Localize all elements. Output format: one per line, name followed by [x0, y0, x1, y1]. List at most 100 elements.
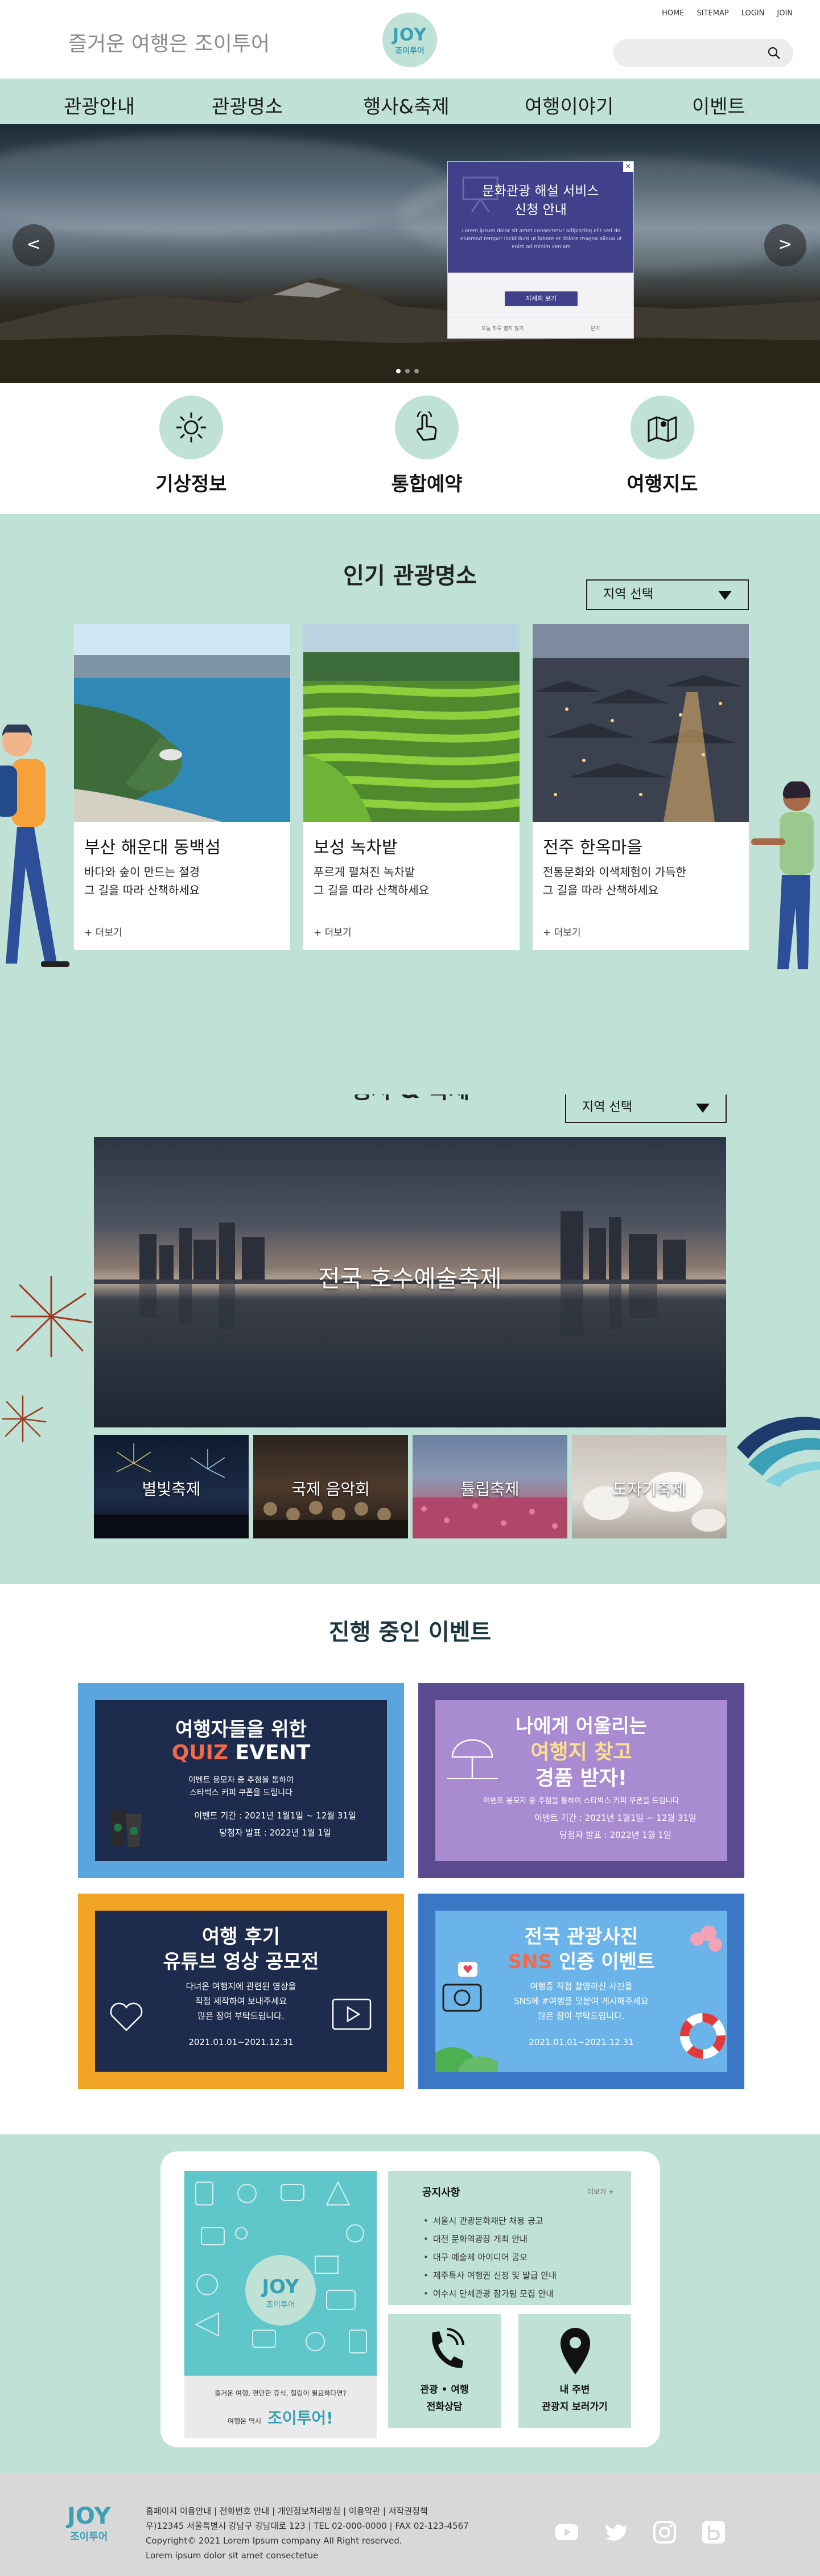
- event-title: QUIZ EVENT: [95, 1741, 387, 1764]
- region-select[interactable]: 지역 선택: [586, 579, 749, 610]
- attraction-photo: [291, 624, 532, 822]
- notice-item[interactable]: 서울시 관광문화재단 채용 공고: [423, 2212, 557, 2230]
- poster-question: 즐거운 여행, 편안한 휴식, 힐링이 필요하다면?: [215, 2389, 347, 2397]
- hill-decoration: [435, 2047, 498, 2072]
- more-link[interactable]: + 더보기: [84, 924, 122, 939]
- slider-prev-button[interactable]: <: [13, 224, 55, 266]
- event-banner-inner: 여행 후기 유튜브 영상 공모전 다녀온 여행지에 관련된 영상을 직접 제작하…: [95, 1911, 387, 2072]
- nav-item-tour-info[interactable]: 관광안내: [64, 91, 135, 119]
- tile-label-line: 전화상담: [426, 2401, 463, 2413]
- event-banner-quiz[interactable]: 여행자들을 위한 QUIZ EVENT 이벤트 응모자 중 추첨을 통하여 스타…: [78, 1683, 404, 1878]
- twitter-icon[interactable]: [603, 2520, 628, 2545]
- slider-next-button[interactable]: >: [764, 224, 806, 266]
- travel-icons-pattern: JOY 조이투어: [194, 2180, 367, 2353]
- notice-item[interactable]: 여수시 단체관광 참가팀 모집 안내: [423, 2285, 557, 2303]
- event-title: 유튜브 영상 공모전: [163, 1950, 319, 1973]
- quick-menu: 기상정보 통합예약 여행지도: [0, 383, 820, 514]
- home-link[interactable]: HOME: [662, 9, 684, 18]
- sun-icon: [176, 412, 207, 443]
- event-banner-sns[interactable]: 전국 관광사진 SNS 인증 이벤트 여행중 직접 촬영하신 사진을 SNS에 …: [418, 1894, 744, 2089]
- card-title: 보성 녹차밭: [314, 838, 398, 858]
- festival-thumb[interactable]: 튤립축제: [413, 1435, 567, 1538]
- footer-logo-word: JOY: [67, 2503, 111, 2529]
- dropdown-triangle-icon: [718, 591, 732, 600]
- lifebuoy-icon: [680, 1925, 726, 2059]
- hero-cloud: [0, 135, 455, 238]
- login-link[interactable]: LOGIN: [741, 9, 765, 18]
- attraction-card[interactable]: 보성 녹차밭 푸르게 펼쳐진 녹차밭 그 길을 따라 산책하세요 + 더보기: [291, 624, 532, 950]
- slider-dot[interactable]: [414, 369, 419, 373]
- notice-item[interactable]: 대구 예술제 아이디어 공모: [423, 2248, 557, 2266]
- traveler-right-illustration: [751, 781, 814, 969]
- attraction-card[interactable]: 부산 해운대 동백섬 바다와 숲이 만드는 절경 그 길을 따라 산책하세요 + …: [74, 624, 290, 950]
- youtube-icon[interactable]: [554, 2520, 579, 2545]
- popular-attractions-section: 인기 관광명소 지역 선택 부산 해운대 동백섬 바다와 숲이 만드는 절경 그…: [0, 514, 820, 1094]
- festival-thumb-label: 국제 음악회: [291, 1480, 370, 1499]
- region-select[interactable]: 지역 선택: [565, 1094, 727, 1123]
- promo-poster[interactable]: JOY 조이투어 즐거운 여행, 편안한 휴식, 힐링이 필요하다면? 여행은 …: [184, 2171, 377, 2438]
- poster-answer-highlight: 조이투어!: [267, 2409, 333, 2427]
- info-box: JOY 조이투어 즐거운 여행, 편안한 휴식, 힐링이 필요하다면? 여행은 …: [160, 2151, 660, 2447]
- footer-note: Lorem ipsum dolor sit amet consectetue: [146, 2550, 319, 2561]
- event-banner-inner: 전국 관광사진 SNS 인증 이벤트 여행중 직접 촬영하신 사진을 SNS에 …: [435, 1911, 727, 2072]
- more-link[interactable]: + 더보기: [314, 924, 352, 939]
- wave-decoration: [737, 1417, 820, 1487]
- festival-main-banner[interactable]: 전국 호수예술축제: [94, 1137, 726, 1427]
- event-title: 여행 후기: [202, 1925, 280, 1948]
- footer-links[interactable]: 홈페이지 이용안내 | 전화번호 안내 | 개인정보처리방침 | 이용약관 | …: [146, 2504, 469, 2519]
- search-input[interactable]: [613, 39, 793, 67]
- nav-item-attractions[interactable]: 관광명소: [212, 91, 283, 119]
- coffee-cup-icon: [110, 1810, 142, 1847]
- main-nav: 관광안내 관광명소 행사&축제 여행이야기 이벤트: [0, 79, 820, 124]
- popup-title: 문화관광 해설 서비스 신청 안내: [448, 182, 633, 220]
- festival-section: 행사 & 축제 지역 선택: [0, 1094, 820, 1584]
- join-link[interactable]: JOIN: [777, 9, 793, 18]
- slider-dot[interactable]: [396, 369, 401, 373]
- attraction-card[interactable]: 전주 한옥마을 전통문화와 이색체험이 가득한 그 길을 따라 산책하세요 + 더…: [533, 624, 749, 950]
- slider-dot[interactable]: [405, 369, 410, 373]
- slider-dots: [396, 369, 419, 373]
- festival-thumb[interactable]: 도자기축제: [572, 1435, 727, 1538]
- camera-icon: [442, 1962, 482, 2012]
- quick-travel-map[interactable]: 여행지도: [605, 396, 719, 496]
- footer-logo[interactable]: JOY 조이투어: [67, 2504, 110, 2544]
- event-banner-video[interactable]: 여행 후기 유튜브 영상 공모전 다녀온 여행지에 관련된 영상을 직접 제작하…: [78, 1894, 404, 2089]
- event-announce: 당첨자 발표 : 2022년 1월 1일: [219, 1828, 331, 1838]
- popup-hide-today[interactable]: 오늘 하루 열지 않기: [481, 324, 524, 332]
- notice-item[interactable]: 대전 문화역광장 개최 안내: [423, 2230, 557, 2248]
- instagram-icon[interactable]: [652, 2520, 677, 2545]
- popup-detail-button[interactable]: 자세히 보기: [505, 291, 578, 306]
- tile-label: 관광 • 여행 전화상담: [388, 2381, 501, 2415]
- notice-title: 공지사항: [422, 2187, 460, 2199]
- quick-icon-circle: [395, 396, 459, 459]
- touch-hand-icon: [417, 411, 437, 441]
- notice-item[interactable]: 제주특사 여행권 신청 및 발급 안내: [423, 2266, 557, 2285]
- festival-thumb[interactable]: 별빛축제: [94, 1435, 249, 1538]
- nearby-attractions-tile[interactable]: 내 주변 관광지 보러가기: [518, 2314, 631, 2428]
- footer-logo-sub: 조이투어: [70, 2531, 108, 2543]
- card-desc: 전통문화와 이색체험이 가득한 그 길을 따라 산책하세요: [543, 863, 686, 899]
- event-banner-destination[interactable]: 나에게 어울리는 여행지 찾고 경품 받자! 이벤트 응모자 중 추첨을 통하여…: [418, 1683, 744, 1878]
- attraction-photo: [533, 624, 749, 822]
- nav-item-events[interactable]: 이벤트: [692, 91, 745, 119]
- poster-caption: 즐거운 여행, 편안한 휴식, 힐링이 필요하다면? 여행은 역시 조이투어!: [184, 2376, 377, 2438]
- nav-item-travel-stories[interactable]: 여행이야기: [525, 91, 613, 119]
- more-link[interactable]: + 더보기: [543, 924, 581, 939]
- sitemap-link[interactable]: SITEMAP: [697, 9, 729, 18]
- events-section: 진행 중인 이벤트 여행자들을 위한 QUIZ EVENT 이벤트 응모자 중 …: [0, 1584, 820, 2134]
- notice-list: 서울시 관광문화재단 채용 공고 대전 문화역광장 개최 안내 대구 예술제 아…: [423, 2212, 557, 2303]
- popup-title-line: 문화관광 해설 서비스: [482, 184, 599, 199]
- notice-more-link[interactable]: 더보기 +: [587, 2187, 614, 2196]
- festival-thumb[interactable]: 국제 음악회: [253, 1435, 408, 1538]
- region-select-label: 지역 선택: [582, 1100, 632, 1114]
- quick-reservation[interactable]: 통합예약: [370, 396, 484, 496]
- event-highlight: SNS: [508, 1950, 553, 1973]
- site-logo[interactable]: JOY 조이투어: [382, 13, 437, 67]
- quick-weather[interactable]: 기상정보: [134, 396, 248, 496]
- blog-icon[interactable]: [701, 2520, 726, 2545]
- popup-close-button[interactable]: ×: [623, 162, 633, 172]
- phone-consult-tile[interactable]: 관광 • 여행 전화상담: [388, 2314, 501, 2428]
- nav-item-festivals[interactable]: 행사&축제: [363, 91, 450, 119]
- search-icon[interactable]: [767, 46, 781, 60]
- popup-close-link[interactable]: 닫기: [591, 324, 600, 332]
